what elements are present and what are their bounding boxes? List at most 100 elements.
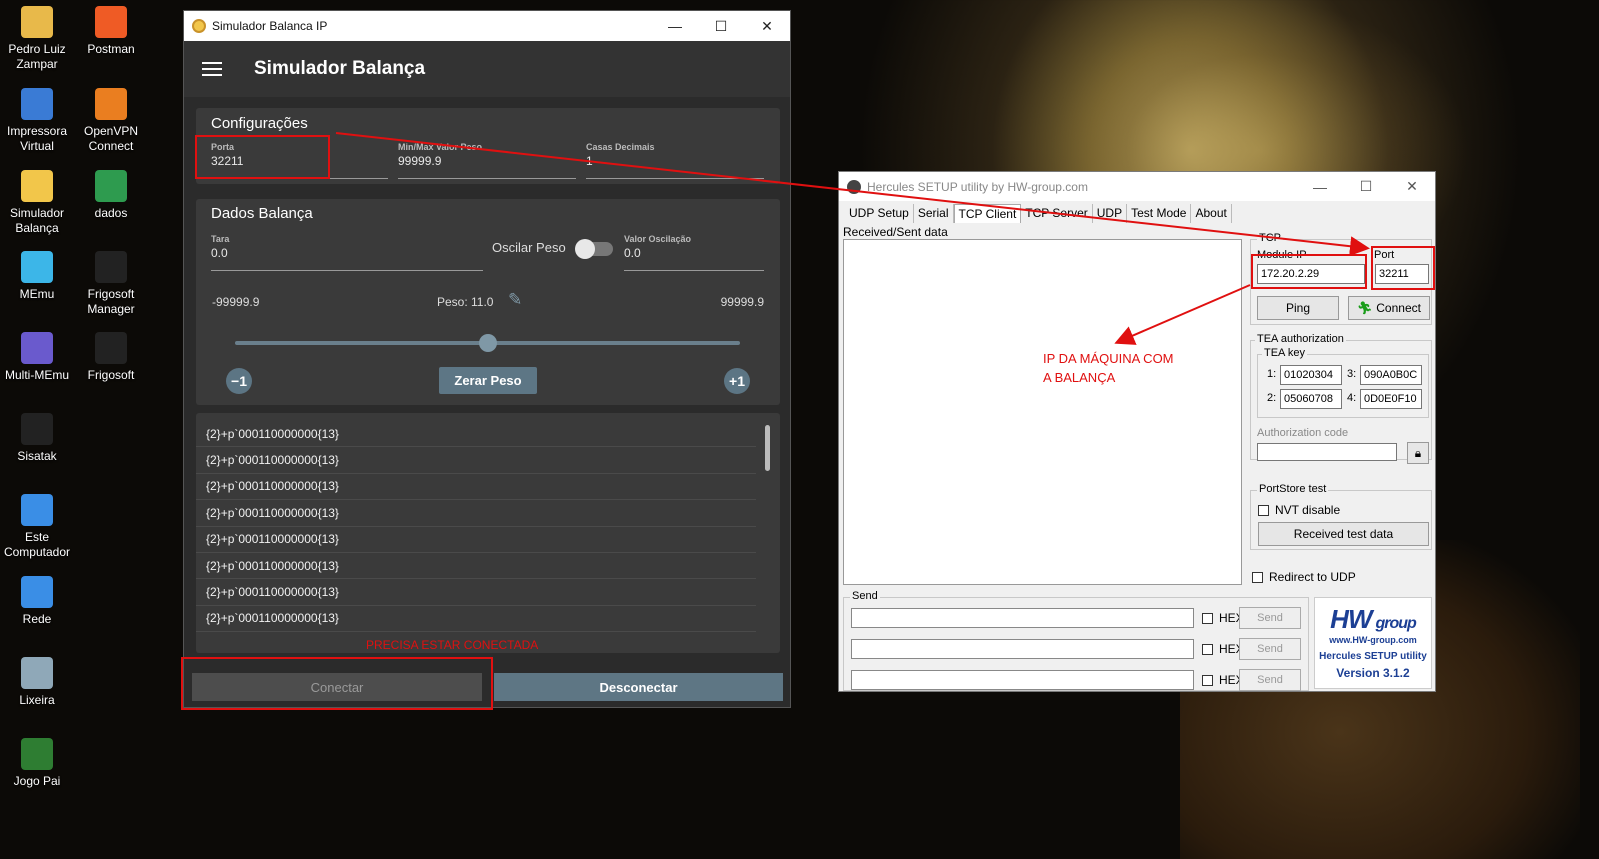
received-data-area[interactable]	[843, 239, 1242, 585]
casas-value: 1	[586, 154, 593, 168]
frigosoft-icon	[95, 251, 127, 283]
desktop-icon[interactable]: Jogo Pai	[0, 738, 74, 789]
desktop-icon[interactable]: MEmu	[0, 251, 74, 302]
menu-icon[interactable]	[202, 62, 222, 76]
oscilar-toggle[interactable]	[575, 239, 613, 259]
logo-group: group	[1375, 615, 1417, 632]
redirect-udp-checkbox[interactable]	[1252, 572, 1263, 583]
received-test-button[interactable]: Received test data	[1258, 522, 1429, 546]
network-icon	[21, 576, 53, 608]
tab-serial[interactable]: Serial	[914, 204, 954, 223]
hex-checkbox[interactable]	[1202, 644, 1213, 655]
send-input[interactable]	[851, 608, 1194, 628]
send-button[interactable]: Send	[1239, 638, 1301, 660]
minimize-button[interactable]: —	[652, 11, 698, 41]
hercules-title: Hercules SETUP utility by HW-group.com	[867, 179, 1088, 194]
desktop-icon[interactable]: Sisatak	[0, 413, 74, 464]
tea-key-input[interactable]: 05060708	[1280, 389, 1342, 409]
hw-group-logo: HW group www.HW-group.com Hercules SETUP …	[1314, 597, 1432, 689]
tab-tcp-server[interactable]: TCP Server	[1021, 204, 1093, 223]
tab-tcp-client[interactable]: TCP Client	[953, 204, 1022, 223]
maximize-button[interactable]: ☐	[1343, 172, 1389, 201]
log-card: {2}+p`000110000000{13} {2}+p`000110000000…	[196, 413, 780, 653]
ip-note-line1: IP DA MÁQUINA COM	[1043, 351, 1174, 366]
minimize-button[interactable]: —	[1297, 172, 1343, 201]
portstore-label: PortStore test	[1257, 483, 1329, 495]
log-scrollbar[interactable]	[765, 425, 770, 471]
tea-group-label: TEA authorization	[1255, 333, 1346, 345]
precisa-conectada-note: PRECISA ESTAR CONECTADA	[366, 638, 539, 652]
plus-one-button[interactable]: +1	[724, 368, 750, 394]
dados-title: Dados Balança	[211, 205, 313, 222]
desktop-icon[interactable]: Impressora Virtual	[0, 88, 74, 154]
hercules-titlebar[interactable]: Hercules SETUP utility by HW-group.com —…	[839, 172, 1435, 201]
desktop-icon[interactable]: Multi-MEmu	[0, 332, 74, 383]
tea-key-number: 1:	[1267, 368, 1277, 380]
nvt-checkbox[interactable]	[1258, 505, 1269, 516]
ping-button[interactable]: Ping	[1257, 296, 1339, 320]
desktop-icon[interactable]: dados	[74, 170, 148, 221]
desktop-icon[interactable]: Rede	[0, 576, 74, 627]
desktop-icon[interactable]: Frigosoft Manager	[74, 251, 148, 317]
lock-icon[interactable]: 🔒︎	[1407, 442, 1429, 464]
hercules-tabs: UDP Setup Serial TCP Client TCP Server UDP Te…	[845, 204, 1232, 223]
valor-oscilacao-field[interactable]: Valor Oscilação 0.0	[624, 234, 764, 271]
send-button[interactable]: Send	[1239, 607, 1301, 629]
zerar-peso-button[interactable]: Zerar Peso	[439, 367, 537, 394]
tea-key-input[interactable]: 090A0B0C	[1360, 365, 1422, 385]
min-weight-label: -99999.9	[212, 295, 260, 309]
casas-field[interactable]: Casas Decimais 1	[586, 142, 764, 179]
logo-version: Version 3.1.2	[1336, 666, 1410, 680]
tara-field[interactable]: Tara 0.0	[211, 234, 483, 271]
simulador-titlebar[interactable]: Simulador Balanca IP — ☐ ✕	[184, 11, 790, 41]
auth-code-label: Authorization code	[1257, 427, 1349, 439]
valor-oscilacao-label: Valor Oscilação	[624, 234, 692, 244]
desktop-icon[interactable]: Este Computador	[0, 494, 74, 560]
connect-label: Connect	[1376, 301, 1421, 315]
desktop-icon[interactable]: Postman	[74, 6, 148, 57]
desktop-icon-label: Lixeira	[19, 693, 55, 707]
porta-highlight-box	[195, 135, 330, 179]
desktop-icon[interactable]: Frigosoft	[74, 332, 148, 383]
desktop-icon-label: MEmu	[19, 287, 55, 301]
log-item: {2}+p`000110000000{13}	[196, 553, 756, 580]
dados-card: Dados Balança Tara 0.0 Oscilar Peso Valo…	[196, 199, 780, 405]
tab-udp-setup[interactable]: UDP Setup	[845, 204, 914, 223]
spreadsheet-icon	[95, 170, 127, 202]
logo-product: Hercules SETUP utility	[1319, 651, 1427, 662]
desktop-icon[interactable]: Lixeira	[0, 657, 74, 708]
tea-key-input[interactable]: 01020304	[1280, 365, 1342, 385]
hex-checkbox[interactable]	[1202, 613, 1213, 624]
desktop-icon[interactable]: OpenVPN Connect	[74, 88, 148, 154]
game-icon	[21, 738, 53, 770]
computer-icon	[21, 494, 53, 526]
desktop-icon[interactable]: Simulador Balança	[0, 170, 74, 236]
weight-slider-thumb[interactable]	[478, 334, 497, 352]
multi-memu-icon	[21, 332, 53, 364]
running-man-icon: 🏃︎	[1357, 301, 1373, 315]
minus-one-button[interactable]: −1	[226, 368, 252, 394]
desconectar-button[interactable]: Desconectar	[494, 673, 783, 701]
tab-udp[interactable]: UDP	[1093, 204, 1128, 223]
hex-checkbox[interactable]	[1202, 675, 1213, 686]
send-input[interactable]	[851, 639, 1194, 659]
edit-pencil-icon[interactable]: ✎	[508, 290, 522, 310]
close-button[interactable]: ✕	[744, 11, 790, 41]
close-button[interactable]: ✕	[1389, 172, 1435, 201]
tea-key-input[interactable]: 0D0E0F10	[1360, 389, 1422, 409]
desktop-icon[interactable]: Pedro Luiz Zampar	[0, 6, 74, 72]
desktop-icon-label: Frigosoft	[87, 368, 135, 382]
module-ip-highlight-box	[1251, 254, 1367, 289]
auth-code-input[interactable]	[1257, 443, 1397, 461]
desktop-icon-label: Sisatak	[17, 449, 57, 463]
tab-about[interactable]: About	[1191, 204, 1232, 223]
connect-button[interactable]: 🏃︎ Connect	[1348, 296, 1430, 320]
valor-oscilacao-value: 0.0	[624, 246, 641, 260]
send-button[interactable]: Send	[1239, 669, 1301, 691]
recycle-bin-icon	[21, 657, 53, 689]
minmax-field[interactable]: Min/Max Valor Peso 99999.9	[398, 142, 576, 179]
postman-icon	[95, 6, 127, 38]
tab-test-mode[interactable]: Test Mode	[1127, 204, 1192, 223]
maximize-button[interactable]: ☐	[698, 11, 744, 41]
send-input[interactable]	[851, 670, 1194, 690]
